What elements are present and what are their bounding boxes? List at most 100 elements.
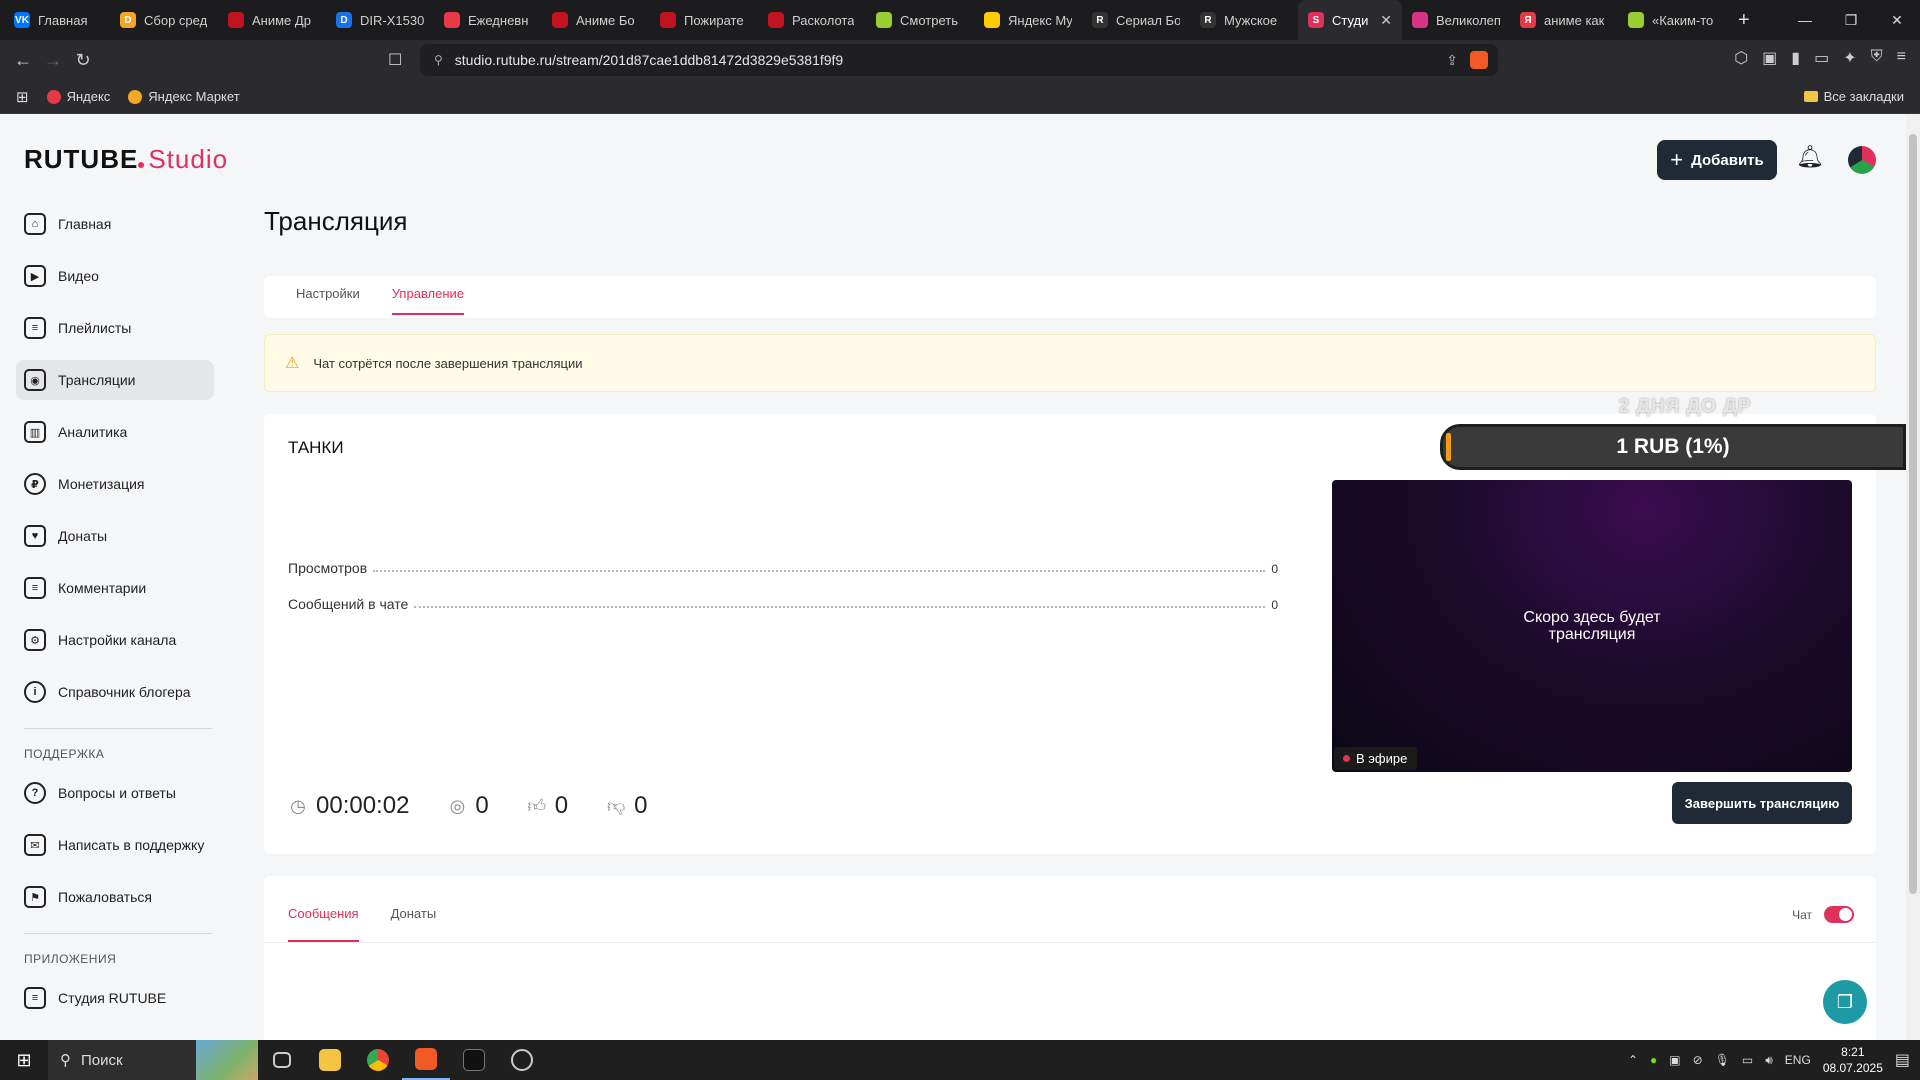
sidebar-item-question[interactable]: ? Вопросы и ответы	[16, 773, 214, 813]
sidebar-item-studio-app[interactable]: ≡ Студия RUTUBE	[16, 978, 214, 1018]
sidebar-toggle-icon[interactable]: ▮	[1791, 48, 1800, 68]
browser-tab[interactable]: VK Главная	[0, 0, 110, 40]
close-window-icon[interactable]: ✕	[1874, 12, 1920, 29]
browser-tab[interactable]: «Каким-то	[1618, 0, 1726, 40]
tab-favicon-icon: D	[336, 12, 352, 28]
sidebar-item-analytics[interactable]: ▥ Аналитика	[16, 412, 214, 452]
sidebar-item-home[interactable]: ⌂ Главная	[16, 204, 214, 244]
browser-tab[interactable]: S Студи ✕	[1298, 0, 1402, 40]
bell-icon[interactable]: 🔔︎	[1796, 144, 1824, 174]
url-text: studio.rutube.ru/stream/201d87cae1ddb814…	[454, 52, 844, 68]
back-icon[interactable]: ←	[8, 50, 38, 71]
browser-tab[interactable]: Аниме Др	[218, 0, 326, 40]
menu-icon[interactable]: ≡	[1897, 48, 1906, 68]
wallet-icon[interactable]: ▭	[1814, 48, 1829, 68]
brave-icon[interactable]	[402, 1040, 450, 1080]
dislikes-counter: 👎︎ 0	[606, 792, 648, 820]
sidebar-item-flag[interactable]: ⚑ Пожаловаться	[16, 877, 214, 917]
tab-favicon-icon	[660, 12, 676, 28]
tray-overflow-icon[interactable]: ⌃	[1628, 1053, 1638, 1067]
apps-grid-icon[interactable]: ⊞	[16, 88, 29, 106]
minimize-icon[interactable]: —	[1782, 12, 1828, 29]
browser-tab[interactable]: D DIR-X1530	[326, 0, 434, 40]
recording-app-icon[interactable]	[498, 1040, 546, 1080]
share-icon[interactable]: ⇪	[1446, 52, 1458, 69]
sidebar-item-broadcast[interactable]: ◉ Трансляции	[16, 360, 214, 400]
vpn-icon[interactable]: ⛨	[1871, 48, 1883, 68]
stream-preview[interactable]: Скоро здесь будет трансляция В эфире	[1332, 480, 1852, 772]
all-bookmarks[interactable]: Все закладки	[1803, 89, 1904, 104]
windows-start-icon[interactable]: ⊞	[0, 1050, 48, 1071]
sidebar-item-ruble[interactable]: ₽ Монетизация	[16, 464, 214, 504]
language-indicator[interactable]: ENG	[1785, 1053, 1811, 1067]
browser-tab[interactable]: Ежедневн	[434, 0, 542, 40]
viewer-icon: ◎	[449, 795, 466, 816]
sidebar-item-gear[interactable]: ⚙ Настройки канала	[16, 620, 214, 660]
chat-switch[interactable]	[1824, 906, 1854, 923]
chat-tab-messages[interactable]: Сообщения	[288, 876, 359, 942]
taskbar-search[interactable]: ⚲ Поиск	[48, 1040, 258, 1080]
close-tab-icon[interactable]: ✕	[1380, 12, 1392, 29]
tray-app-icon[interactable]: ●	[1650, 1053, 1657, 1067]
browser-tab[interactable]: Смотреть	[866, 0, 974, 40]
reload-icon[interactable]: ↻	[68, 50, 98, 71]
scrollbar-thumb[interactable]	[1909, 134, 1917, 894]
tab-favicon-icon	[228, 12, 244, 28]
search-highlight-image	[195, 1040, 258, 1080]
url-field[interactable]: ⚲ studio.rutube.ru/stream/201d87cae1ddb8…	[420, 44, 1498, 76]
sidebar-item-comment[interactable]: ≡ Комментарии	[16, 568, 214, 608]
forward-icon[interactable]: →	[38, 50, 68, 71]
search-icon: ⚲	[60, 1052, 71, 1069]
rutube-studio-logo[interactable]: RUTUBE Studio	[24, 144, 228, 184]
screenshot-icon[interactable]: ▣	[1762, 48, 1777, 68]
help-chat-button[interactable]: ❐	[1823, 980, 1867, 1024]
browser-tab-label: «Каким-то	[1652, 12, 1714, 28]
bookmark-yandex[interactable]: Яндекс	[46, 89, 110, 104]
add-button[interactable]: + Добавить	[1657, 140, 1777, 180]
likes-counter: 👍︎ 0	[527, 792, 568, 820]
sidebar-item-playlist[interactable]: ≡ Плейлисты	[16, 308, 214, 348]
leo-ai-icon[interactable]: ✦	[1843, 48, 1856, 68]
page-scrollbar[interactable]	[1906, 114, 1920, 1040]
sidebar-item-mail[interactable]: ✉ Написать в поддержку	[16, 825, 214, 865]
network-icon[interactable]: ▭	[1742, 1053, 1753, 1067]
end-stream-button[interactable]: Завершить трансляцию	[1672, 782, 1852, 824]
browser-tab[interactable]: Яндекс Му	[974, 0, 1082, 40]
warning-banner: ⚠ Чат сотрётся после завершения трансляц…	[264, 334, 1876, 392]
sidebar-item-info[interactable]: i Справочник блогера	[16, 672, 214, 712]
new-tab-icon[interactable]: +	[1726, 9, 1762, 32]
chrome-icon[interactable]	[354, 1040, 402, 1080]
file-explorer-icon[interactable]	[306, 1040, 354, 1080]
sidebar-item-donate[interactable]: ♥ Донаты	[16, 516, 214, 556]
volume-icon[interactable]: 🔊︎	[1765, 1053, 1773, 1068]
browser-tab[interactable]: Великолеп	[1402, 0, 1510, 40]
avatar[interactable]	[1848, 146, 1876, 174]
chat-toggle[interactable]: Чат	[1792, 906, 1854, 923]
brave-shield-icon[interactable]	[1470, 51, 1488, 69]
site-info-icon[interactable]: ⚲	[434, 53, 443, 67]
browser-tab[interactable]: Яаниме как	[1510, 0, 1618, 40]
tray-camera-off-icon[interactable]: ⊘	[1693, 1053, 1703, 1067]
browser-tab[interactable]: R Мужское	[1190, 0, 1298, 40]
stat-chat-messages: Сообщений в чате 0	[288, 596, 1278, 612]
bookmark-icon[interactable]: ☐	[388, 50, 402, 70]
browser-tab[interactable]: R Сериал Бо	[1082, 0, 1190, 40]
obs-like-app-icon[interactable]	[450, 1040, 498, 1080]
extensions-icon[interactable]: ⬡	[1734, 48, 1748, 68]
browser-tab[interactable]: Аниме Бо	[542, 0, 650, 40]
task-view-icon[interactable]	[258, 1040, 306, 1080]
bookmark-yandex-market[interactable]: Яндекс Маркет	[128, 89, 240, 104]
browser-tab[interactable]: Пожирате	[650, 0, 758, 40]
tray-monitor-icon[interactable]: ▣	[1669, 1053, 1680, 1067]
microphone-icon[interactable]: 🎙︎	[1715, 1053, 1730, 1067]
notification-icon[interactable]: ▤	[1895, 1050, 1910, 1070]
chat-tab-donations[interactable]: Донаты	[391, 876, 437, 942]
restore-icon[interactable]: ❐	[1828, 12, 1874, 29]
browser-tab[interactable]: Расколота	[758, 0, 866, 40]
tab-settings[interactable]: Настройки	[296, 276, 360, 318]
clock[interactable]: 8:21 08.07.2025	[1823, 1044, 1883, 1076]
tab-management[interactable]: Управление	[391, 276, 465, 315]
browser-tab[interactable]: D Сбор сред	[110, 0, 218, 40]
sidebar-item-label: Трансляции	[58, 372, 136, 388]
sidebar-item-video[interactable]: ▶ Видео	[16, 256, 214, 296]
